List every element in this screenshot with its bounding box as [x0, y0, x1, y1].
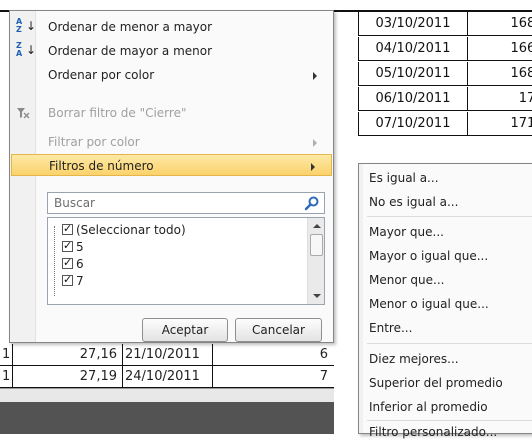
submenu-item-label: Inferior al promedio [369, 400, 488, 414]
menu-item-label: Borrar filtro de "Cierre" [48, 106, 187, 120]
submenu-item-label: No es igual a... [369, 195, 459, 209]
submenu-item-less-or-equal[interactable]: Menor o igual que... [359, 292, 532, 316]
list-scrollbar[interactable] [307, 218, 324, 304]
table-row[interactable]: 03/10/2011 168,55 [358, 12, 532, 36]
submenu-item-custom-filter[interactable]: Filtro personalizado... [359, 420, 532, 444]
scroll-up-icon[interactable] [313, 224, 321, 228]
menu-item-sort-ascending[interactable]: A Z ↓ Ordenar de menor a mayor [10, 16, 333, 38]
sheet-dark-band [0, 402, 334, 434]
submenu-item-label: Es igual a... [369, 171, 439, 185]
autofilter-dropdown: A Z ↓ Ordenar de menor a mayor Z A ↓ Ordenar… [9, 10, 334, 343]
submenu-item-between[interactable]: Entre... [359, 316, 532, 340]
date-cell[interactable]: 03/10/2011 [358, 12, 468, 36]
submenu-item-label: Menor que... [369, 273, 445, 287]
menu-separator [367, 343, 532, 344]
submenu-arrow-icon [313, 139, 317, 147]
value-cell[interactable]: 171,35 [468, 112, 532, 136]
list-item-label: 6 [76, 257, 84, 271]
checkbox-checked[interactable] [62, 255, 73, 271]
menu-item-sort-descending[interactable]: Z A ↓ Ordenar de mayor a menor [10, 40, 333, 62]
cancel-button[interactable]: Cancelar [235, 318, 322, 342]
table-row[interactable]: 1 27,19 24/10/2011 7 [0, 366, 334, 388]
submenu-item-label: Menor o igual que... [369, 297, 489, 311]
submenu-item-above-average[interactable]: Superior del promedio [359, 371, 532, 395]
list-item[interactable]: 7 [62, 272, 84, 289]
date-cell[interactable]: 21/10/2011 [122, 344, 212, 366]
search-box[interactable]: Buscar [47, 192, 325, 214]
menu-item-label: Ordenar por color [48, 68, 155, 82]
menu-item-clear-filter[interactable]: Borrar filtro de "Cierre" [10, 102, 333, 124]
row-number-cell[interactable]: 1 [2, 366, 10, 388]
number-cell[interactable]: 7 [212, 366, 328, 388]
date-cell[interactable]: 05/10/2011 [358, 62, 468, 86]
sort-descending-icon: Z A ↓ [16, 41, 37, 58]
table-row[interactable]: 04/10/2011 166,65 [358, 37, 532, 61]
menu-item-number-filters[interactable]: Filtros de número [11, 154, 332, 176]
submenu-item-equals[interactable]: Es igual a... [359, 166, 532, 190]
search-placeholder: Buscar [54, 196, 95, 210]
table-row[interactable]: 07/10/2011 171,35 [358, 112, 532, 136]
submenu-item-label: Diez mejores... [369, 352, 459, 366]
filter-values-list[interactable]: (Seleccionar todo) 5 6 7 [47, 217, 325, 305]
table-row[interactable]: 05/10/2011 168,55 [358, 62, 532, 86]
list-item-label: (Seleccionar todo) [76, 223, 186, 237]
submenu-item-greater-than[interactable]: Mayor que... [359, 220, 532, 244]
submenu-item-less-than[interactable]: Menor que... [359, 268, 532, 292]
number-cell[interactable]: 6 [212, 344, 328, 366]
submenu-arrow-icon [311, 163, 315, 171]
submenu-item-not-equals[interactable]: No es igual a... [359, 190, 532, 214]
date-cell[interactable]: 04/10/2011 [358, 37, 468, 61]
checkbox-checked[interactable] [62, 272, 73, 288]
tree-connector [54, 226, 55, 296]
clear-filter-icon [17, 108, 30, 119]
submenu-item-greater-or-equal[interactable]: Mayor o igual que... [359, 244, 532, 268]
list-item[interactable]: 6 [62, 255, 84, 272]
date-cell[interactable]: 06/10/2011 [358, 87, 468, 111]
submenu-item-top-ten[interactable]: Diez mejores... [359, 347, 532, 371]
scroll-thumb[interactable] [310, 234, 323, 256]
value-cell[interactable]: 168,55 [468, 12, 532, 36]
date-cell[interactable]: 07/10/2011 [358, 112, 468, 136]
value-cell[interactable]: 27,16 [12, 344, 120, 366]
menu-separator [367, 216, 532, 217]
submenu-item-label: Entre... [369, 321, 413, 335]
sheet-footer-row [0, 388, 334, 402]
menu-item-label: Filtrar por color [48, 135, 140, 149]
checkbox-checked[interactable] [62, 221, 73, 237]
submenu-item-label: Superior del promedio [369, 376, 503, 390]
submenu-item-below-average[interactable]: Inferior al promedio [359, 395, 532, 419]
list-item[interactable]: 5 [62, 238, 84, 255]
value-cell[interactable]: 170,5 [468, 87, 532, 111]
sort-ascending-icon: A Z ↓ [16, 17, 37, 34]
submenu-item-label: Mayor que... [369, 225, 444, 239]
menu-item-label: Filtros de número [49, 159, 154, 173]
accept-button[interactable]: Aceptar [142, 318, 228, 342]
table-row[interactable]: 1 27,16 21/10/2011 6 [0, 344, 334, 366]
value-cell[interactable]: 168,55 [468, 62, 532, 86]
checkbox-checked[interactable] [62, 238, 73, 254]
table-row[interactable]: 06/10/2011 170,5 [358, 87, 532, 111]
submenu-item-label: Mayor o igual que... [369, 249, 489, 263]
menu-item-label: Ordenar de mayor a menor [48, 44, 213, 58]
scroll-down-icon[interactable] [313, 294, 321, 298]
search-icon[interactable] [304, 195, 320, 211]
value-cell[interactable]: 27,19 [12, 366, 120, 388]
menu-item-sort-by-color[interactable]: Ordenar por color [10, 64, 333, 86]
number-filters-submenu: Es igual a... No es igual a... Mayor que… [358, 163, 532, 439]
list-item-label: 5 [76, 240, 84, 254]
menu-item-filter-by-color[interactable]: Filtrar por color [10, 131, 333, 153]
date-cell[interactable]: 24/10/2011 [122, 366, 212, 388]
submenu-item-label: Filtro personalizado... [369, 425, 498, 439]
menu-item-label: Ordenar de menor a mayor [48, 20, 213, 34]
submenu-arrow-icon [313, 72, 317, 80]
list-item-select-all[interactable]: (Seleccionar todo) [62, 221, 186, 238]
list-item-label: 7 [76, 274, 84, 288]
row-number-cell[interactable]: 1 [2, 344, 10, 366]
value-cell[interactable]: 166,65 [468, 37, 532, 61]
